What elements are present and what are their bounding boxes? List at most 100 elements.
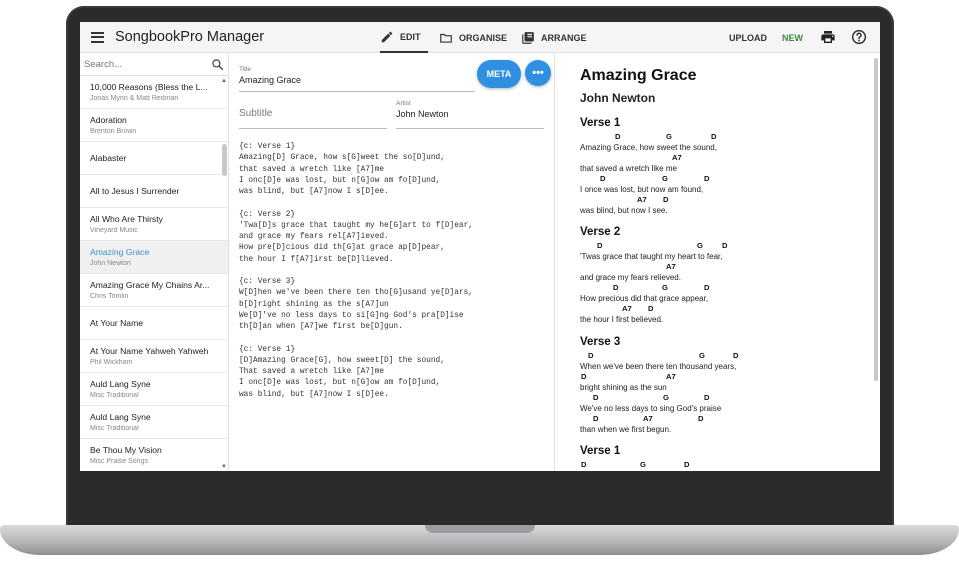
song-title: Auld Lang Syne <box>90 412 151 422</box>
subtitle-field[interactable]: Subtitle <box>239 102 387 129</box>
chord-symbol: D <box>704 393 710 402</box>
lyric-line: 'Twas grace that taught my heart to fear… <box>580 251 723 261</box>
artist-label: Artist <box>396 100 411 107</box>
chord-row: A7 D <box>580 195 860 206</box>
preview-verse: Verse 3 D G D When we've been there ten thou… <box>580 336 860 435</box>
chord-symbol: A7 <box>622 304 632 313</box>
preview-scrollbar[interactable] <box>872 54 880 471</box>
song-preview-panel: Amazing Grace John Newton Verse 1 D G D Amaz… <box>556 54 880 471</box>
preview-artist: John Newton <box>580 91 656 105</box>
artist-field[interactable]: Artist John Newton <box>396 100 544 129</box>
song-list-item[interactable]: Alabaster <box>80 142 228 175</box>
verse-heading: Verse 2 <box>580 226 621 238</box>
song-title: Alabaster <box>90 153 127 163</box>
song-list-scrollbar[interactable]: ▲ ▼ <box>220 78 228 470</box>
scroll-down-icon[interactable]: ▼ <box>221 464 227 470</box>
chord-symbol: D <box>581 372 587 381</box>
more-options-button[interactable]: ••• <box>525 60 551 86</box>
chordpro-line: {c: Verse 1} <box>239 143 296 151</box>
chord-symbol: G <box>699 351 705 360</box>
chordpro-line: How pre[D]cious did th[G]at grace ap[D]p… <box>239 244 445 253</box>
chord-symbol: A7 <box>637 195 647 204</box>
song-title: Adoration <box>90 115 127 125</box>
chordpro-line: b[D]right shining as the s[A7]un <box>239 300 389 309</box>
song-artist: Misc Traditional <box>90 392 139 399</box>
chord-symbol: D <box>615 132 621 141</box>
chordpro-line <box>239 266 551 277</box>
song-list-item[interactable]: Amazing Grace John Newton <box>80 241 228 274</box>
song-list-item[interactable]: Amazing Grace My Chains Ar... Chris Tomli… <box>80 274 228 307</box>
song-artist: Vineyard Music <box>90 227 138 234</box>
preview-scroll-thumb[interactable] <box>874 58 878 381</box>
title-value[interactable]: Amazing Grace <box>239 75 475 85</box>
folder-icon <box>440 33 452 43</box>
title-field[interactable]: Title Amazing Grace <box>239 66 475 92</box>
chordpro-line: was blind, but [A7]now I s[D]ee. <box>239 188 389 196</box>
song-artist: Chris Tomlin <box>90 293 129 300</box>
preview-title: Amazing Grace <box>580 67 697 84</box>
help-icon[interactable] <box>851 29 867 45</box>
song-list-item[interactable]: All Who Are Thirsty Vineyard Music <box>80 208 228 241</box>
tab-organise[interactable]: ORGANISE <box>439 22 507 53</box>
lyric-line: We've no less days to sing God's praise <box>580 403 722 413</box>
song-list-item[interactable]: Adoration Brenton Brown <box>80 109 228 142</box>
chord-row: DGD <box>580 241 860 252</box>
chordpro-line: th[D]an when [A7]we first be[D]gun. <box>239 323 403 331</box>
hamburger-menu-icon[interactable] <box>91 31 104 43</box>
lyric-line: When we've been there ten thousand years… <box>580 361 737 371</box>
song-list-item[interactable]: At Your Name <box>80 307 228 340</box>
song-list-item[interactable]: Auld Lang Syne Misc Traditional <box>80 406 228 439</box>
song-artist: Misc Traditional <box>90 425 139 432</box>
chord-symbol: D <box>581 460 587 469</box>
chord-row: DGD <box>580 460 860 471</box>
print-icon[interactable] <box>820 29 836 45</box>
chordpro-line: {c: Verse 3} <box>239 278 296 286</box>
artist-value[interactable]: John Newton <box>396 109 544 119</box>
pencil-icon <box>381 31 393 42</box>
chordpro-line: {c: Verse 1} <box>239 345 296 354</box>
chord-symbol: D <box>733 351 739 360</box>
search-icon[interactable] <box>211 58 224 71</box>
chord-row: A7 <box>580 153 860 164</box>
tab-edit[interactable]: EDIT <box>380 22 428 53</box>
chord-symbol: D <box>722 241 728 250</box>
chord-symbol: A7 <box>666 372 676 381</box>
chord-symbol: D <box>704 283 710 292</box>
chord-symbol: G <box>666 132 672 141</box>
chord-symbol: A7 <box>643 414 653 423</box>
verse-heading: Verse 1 <box>580 117 621 129</box>
subtitle-placeholder: Subtitle <box>239 108 273 119</box>
meta-button[interactable]: META <box>477 60 521 88</box>
chordpro-line: W[D]hen we've been there ten tho[G]usand… <box>239 289 473 298</box>
song-title: All to Jesus I Surrender <box>90 186 180 196</box>
lyric-line: bright shining as the sun <box>580 382 667 392</box>
song-list-item[interactable]: Auld Lang Syne Misc Traditional <box>80 373 228 406</box>
chord-symbol: D <box>600 174 606 183</box>
lyric-line: I once was lost, but now am found, <box>580 184 704 194</box>
chordpro-line: Amazing[D] Grace, how s[G]weet the so[D]… <box>239 154 445 163</box>
song-list-scroll-thumb[interactable] <box>222 144 227 176</box>
search-bar <box>80 54 228 76</box>
song-list-item[interactable]: Be Thou My Vision Misc Praise Songs <box>80 439 228 471</box>
lyric-line: was blind, but now I see. <box>580 205 668 215</box>
chord-row: DGD <box>580 132 860 143</box>
song-list-item[interactable]: 10,000 Reasons (Bless the L... Jonas Myri… <box>80 76 228 109</box>
search-input[interactable] <box>84 59 199 70</box>
song-artist: Brenton Brown <box>90 128 137 135</box>
tab-organise-label: ORGANISE <box>459 32 508 43</box>
chordpro-line: We[D]'ve no less days to si[G]ng God's p… <box>239 311 464 320</box>
scroll-up-icon[interactable]: ▲ <box>221 78 227 84</box>
tab-arrange[interactable]: ARRANGE <box>521 22 587 53</box>
lyric-line: and grace my fears relieved. <box>580 272 681 282</box>
chord-symbol: D <box>684 460 690 469</box>
chord-symbol: G <box>662 283 668 292</box>
chord-symbol: A7 <box>666 262 676 271</box>
upload-button[interactable]: UPLOAD <box>729 22 767 53</box>
song-list-item[interactable]: All to Jesus I Surrender <box>80 175 228 208</box>
preview-verse: Verse 1 D G D Amazing Grace, how sweet the s… <box>580 117 860 216</box>
chordpro-text-area[interactable]: {c: Verse 1} Amazing[D] Grace, how s[G]we… <box>239 142 551 467</box>
tab-arrange-label: ARRANGE <box>541 32 587 43</box>
new-button[interactable]: NEW <box>782 22 803 53</box>
song-list-item[interactable]: At Your Name Yahweh Yahweh Phil Wickham <box>80 340 228 373</box>
preview-verse: Verse 2 D G D 'Twas grace that taught my hea… <box>580 226 860 325</box>
